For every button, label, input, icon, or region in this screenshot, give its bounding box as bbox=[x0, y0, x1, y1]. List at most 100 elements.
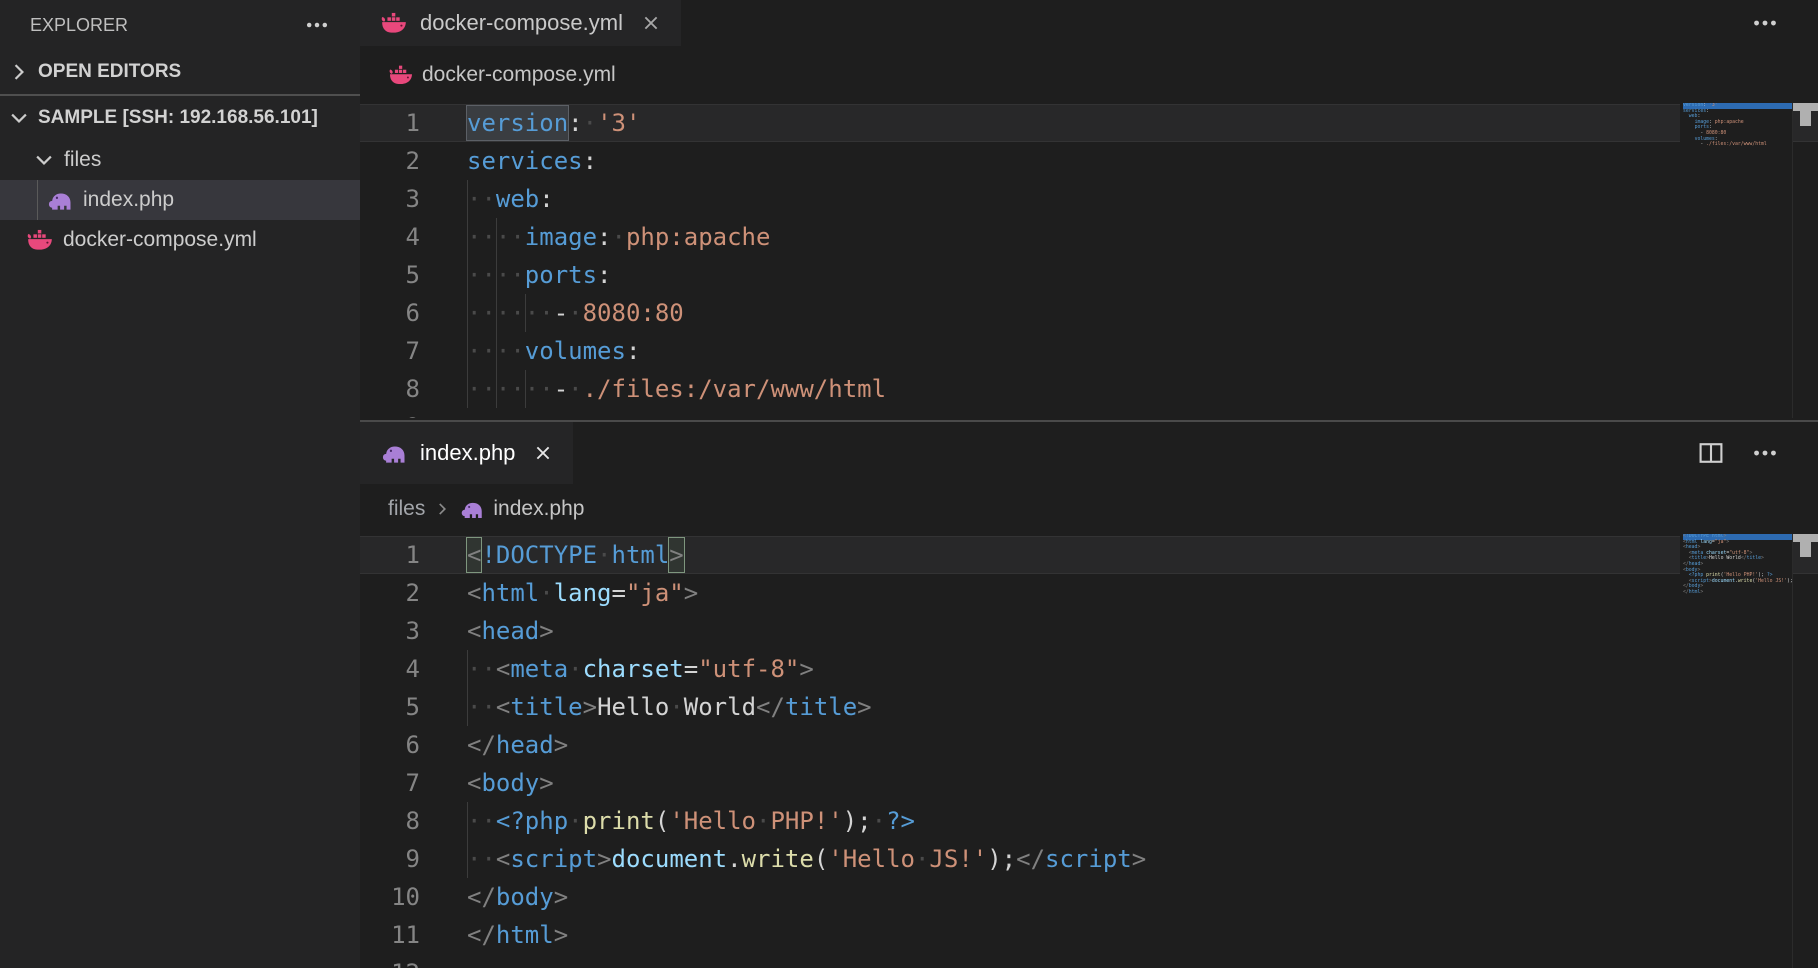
split-editor-icon[interactable] bbox=[1698, 440, 1724, 466]
line-number: 1 bbox=[360, 104, 420, 142]
tab-label: docker-compose.yml bbox=[420, 10, 623, 36]
tab-label: index.php bbox=[420, 440, 515, 466]
line-number: 4 bbox=[360, 650, 420, 688]
explorer-header: EXPLORER bbox=[0, 0, 360, 50]
code-line-7[interactable]: 7····volumes: bbox=[360, 332, 1818, 370]
code-line-9[interactable]: 9 bbox=[360, 408, 1818, 418]
close-icon[interactable] bbox=[533, 443, 553, 463]
scrollbar-thumb[interactable] bbox=[1793, 534, 1818, 542]
code-line-1[interactable]: 1version:·'3' bbox=[360, 104, 1818, 142]
breadcrumb-item[interactable]: files bbox=[388, 497, 425, 521]
workspace-label: SAMPLE [SSH: 192.168.56.101] bbox=[38, 107, 318, 129]
open-editors-label: OPEN EDITORS bbox=[38, 61, 181, 83]
file-label: files bbox=[64, 148, 101, 172]
code-line-6[interactable]: 6······-·8080:80 bbox=[360, 294, 1818, 332]
code-line-8[interactable]: 8··<?php·print('Hello·PHP!');·?> bbox=[360, 802, 1818, 840]
line-number: 6 bbox=[360, 726, 420, 764]
tree-item-index-php[interactable]: index.php bbox=[0, 180, 360, 220]
editor-more-actions-icon[interactable] bbox=[1752, 440, 1778, 466]
line-number: 6 bbox=[360, 294, 420, 332]
code-editor-index-php[interactable]: 1<!DOCTYPE·html>2<html·lang="ja">3<head>… bbox=[360, 534, 1818, 968]
code-line-12[interactable]: 12 bbox=[360, 954, 1818, 968]
code-line-8[interactable]: 8······-·./files:/var/www/html bbox=[360, 370, 1818, 408]
editor-group-top: docker-compose.yml docker-compose.yml 1v… bbox=[360, 0, 1818, 420]
chevron-right-icon bbox=[433, 500, 451, 518]
php-elephant-icon bbox=[459, 499, 485, 519]
code-line-6[interactable]: 6</head> bbox=[360, 726, 1818, 764]
indent-guide bbox=[37, 180, 38, 220]
minimap-line bbox=[1683, 148, 1792, 154]
explorer-title: EXPLORER bbox=[30, 15, 128, 36]
line-number: 2 bbox=[360, 142, 420, 180]
minimap[interactable]: <!DOCTYPE html><html lang="ja"><head> <m… bbox=[1680, 534, 1793, 968]
tab-bar-top: docker-compose.yml bbox=[360, 0, 1818, 46]
line-number: 5 bbox=[360, 256, 420, 294]
code-line-3[interactable]: 3<head> bbox=[360, 612, 1818, 650]
scrollbar-thumb[interactable] bbox=[1793, 103, 1818, 111]
overview-ruler-mark bbox=[1800, 542, 1811, 557]
line-number: 8 bbox=[360, 370, 420, 408]
editor-group-bottom: index.php files index.php 1<!DOCTYPE·htm… bbox=[360, 420, 1818, 968]
code-line-4[interactable]: 4··<meta·charset="utf-8"> bbox=[360, 650, 1818, 688]
line-number: 9 bbox=[360, 840, 420, 878]
code-line-3[interactable]: 3··web: bbox=[360, 180, 1818, 218]
editor-area: docker-compose.yml docker-compose.yml 1v… bbox=[360, 0, 1818, 968]
line-number: 1 bbox=[360, 536, 420, 574]
line-number: 10 bbox=[360, 878, 420, 916]
line-number: 7 bbox=[360, 332, 420, 370]
editor-more-actions-icon[interactable] bbox=[1752, 10, 1778, 36]
php-elephant-icon bbox=[380, 442, 408, 464]
php-icon bbox=[46, 189, 74, 211]
code-line-11[interactable]: 11</html> bbox=[360, 916, 1818, 954]
file-label: docker-compose.yml bbox=[63, 228, 257, 252]
line-number: 7 bbox=[360, 764, 420, 802]
vscode-window: EXPLORER OPEN EDITORS SAMPLE [SSH: 192.1… bbox=[0, 0, 1818, 968]
docker-whale-icon bbox=[380, 12, 408, 34]
file-tree: files index.php docker-compose.yml bbox=[0, 140, 360, 260]
chevron-right-icon bbox=[8, 61, 30, 83]
breadcrumb: docker-compose.yml bbox=[360, 46, 1818, 103]
breadcrumb-item[interactable]: docker-compose.yml bbox=[422, 63, 616, 87]
overview-ruler-mark bbox=[1800, 111, 1811, 126]
code-line-7[interactable]: 7<body> bbox=[360, 764, 1818, 802]
line-number: 12 bbox=[360, 954, 420, 968]
line-number: 9 bbox=[360, 408, 420, 418]
explorer-sidebar: EXPLORER OPEN EDITORS SAMPLE [SSH: 192.1… bbox=[0, 0, 360, 968]
close-icon[interactable] bbox=[641, 13, 661, 33]
line-number: 5 bbox=[360, 688, 420, 726]
code-line-5[interactable]: 5····ports: bbox=[360, 256, 1818, 294]
breadcrumb-item[interactable]: index.php bbox=[493, 497, 584, 521]
code-line-9[interactable]: 9··<script>document.write('Hello·JS!');<… bbox=[360, 840, 1818, 878]
minimap[interactable]: version: '3'services: web: image: php:ap… bbox=[1680, 103, 1793, 418]
chevron-down-icon bbox=[8, 107, 30, 129]
tab-bar-bottom: index.php bbox=[360, 422, 1818, 484]
code-line-1[interactable]: 1<!DOCTYPE·html> bbox=[360, 536, 1818, 574]
line-number: 11 bbox=[360, 916, 420, 954]
tree-item-docker-compose-yml[interactable]: docker-compose.yml bbox=[0, 220, 360, 260]
scrollbar[interactable] bbox=[1793, 103, 1818, 418]
file-label: index.php bbox=[83, 188, 174, 212]
tree-item-files[interactable]: files bbox=[0, 140, 360, 180]
workspace-section-header[interactable]: SAMPLE [SSH: 192.168.56.101] bbox=[0, 94, 360, 140]
scrollbar[interactable] bbox=[1793, 534, 1818, 968]
docker-icon bbox=[26, 229, 54, 251]
explorer-more-actions-icon[interactable] bbox=[304, 13, 330, 37]
docker-whale-icon bbox=[388, 65, 414, 85]
minimap-line bbox=[1683, 596, 1792, 602]
line-number: 3 bbox=[360, 612, 420, 650]
line-number: 4 bbox=[360, 218, 420, 256]
breadcrumb: files index.php bbox=[360, 484, 1818, 534]
code-line-5[interactable]: 5··<title>Hello·World</title> bbox=[360, 688, 1818, 726]
chevron-down-icon bbox=[33, 149, 55, 171]
open-editors-section-header[interactable]: OPEN EDITORS bbox=[0, 50, 360, 94]
code-editor-docker-compose[interactable]: 1version:·'3'2services:3··web:4····image… bbox=[360, 103, 1818, 418]
code-line-4[interactable]: 4····image:·php:apache bbox=[360, 218, 1818, 256]
code-line-2[interactable]: 2services: bbox=[360, 142, 1818, 180]
line-number: 3 bbox=[360, 180, 420, 218]
tab-docker-compose[interactable]: docker-compose.yml bbox=[360, 0, 681, 46]
line-number: 8 bbox=[360, 802, 420, 840]
tab-index-php[interactable]: index.php bbox=[360, 422, 573, 484]
code-line-10[interactable]: 10</body> bbox=[360, 878, 1818, 916]
line-number: 2 bbox=[360, 574, 420, 612]
code-line-2[interactable]: 2<html·lang="ja"> bbox=[360, 574, 1818, 612]
